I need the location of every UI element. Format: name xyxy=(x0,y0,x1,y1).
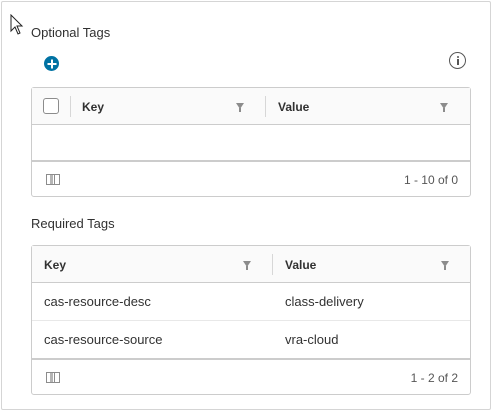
column-separator[interactable] xyxy=(70,96,71,117)
select-all-checkbox[interactable] xyxy=(43,98,59,114)
tags-panel: Optional Tags Key Value 1 - 10 of 0 Requ… xyxy=(1,1,491,410)
grid-empty-body xyxy=(32,125,470,160)
table-row: cas-resource-source vra-cloud xyxy=(32,321,470,359)
filter-icon[interactable] xyxy=(441,261,449,270)
grid-footer: 1 - 2 of 2 xyxy=(32,358,470,394)
add-tag-button[interactable] xyxy=(44,56,59,71)
optional-tags-grid: Key Value 1 - 10 of 0 xyxy=(31,87,471,197)
info-icon[interactable] xyxy=(449,52,466,69)
column-header-value[interactable]: Value xyxy=(278,100,309,114)
column-separator[interactable] xyxy=(265,96,266,117)
mouse-pointer-icon xyxy=(10,14,24,35)
tag-value: class-delivery xyxy=(285,294,364,309)
column-toggle-icon[interactable] xyxy=(46,372,60,383)
tag-key: cas-resource-desc xyxy=(44,294,151,309)
column-separator[interactable] xyxy=(272,254,273,275)
column-header-key[interactable]: Key xyxy=(82,100,104,114)
required-tags-grid: Key Value cas-resource-desc class-delive… xyxy=(31,245,471,395)
tag-value: vra-cloud xyxy=(285,332,339,347)
column-header-value[interactable]: Value xyxy=(285,258,316,272)
required-tags-title: Required Tags xyxy=(31,216,115,231)
filter-icon[interactable] xyxy=(440,103,448,112)
grid-header: Key Value xyxy=(32,88,470,125)
filter-icon[interactable] xyxy=(236,103,244,112)
column-header-key[interactable]: Key xyxy=(44,258,66,272)
grid-header: Key Value xyxy=(32,246,470,283)
table-row: cas-resource-desc class-delivery xyxy=(32,283,470,321)
filter-icon[interactable] xyxy=(243,261,251,270)
tag-key: cas-resource-source xyxy=(44,332,163,347)
column-toggle-icon[interactable] xyxy=(46,174,60,185)
grid-footer: 1 - 10 of 0 xyxy=(32,160,470,196)
optional-tags-title: Optional Tags xyxy=(31,25,111,40)
pagination-info: 1 - 2 of 2 xyxy=(410,371,458,385)
pagination-info: 1 - 10 of 0 xyxy=(403,173,458,187)
